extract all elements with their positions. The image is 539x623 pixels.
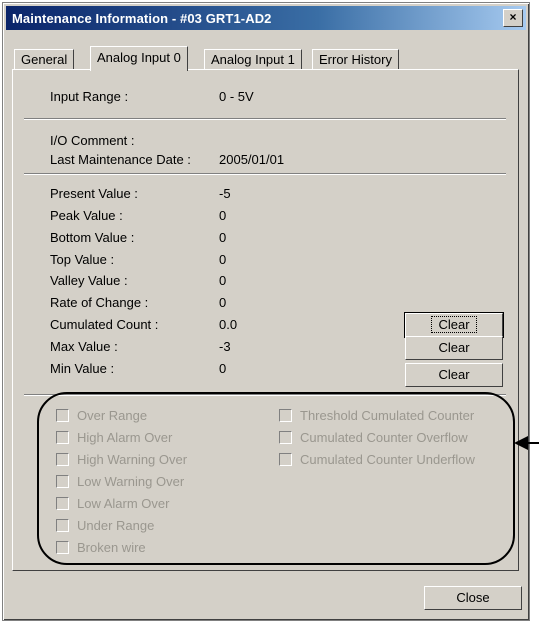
checkbox-box: [279, 409, 292, 422]
present-value-label: Present Value :: [50, 186, 138, 201]
checkbox-box: [56, 541, 69, 554]
checkbox-label: Low Alarm Over: [77, 496, 170, 511]
checkbox-label: Cumulated Counter Underflow: [300, 452, 475, 467]
checkbox-box: [56, 409, 69, 422]
separator: [24, 394, 506, 396]
rate-of-change-value: 0: [219, 295, 227, 310]
checkbox-label: Over Range: [77, 408, 148, 423]
checkbox-label: Cumulated Counter Overflow: [300, 430, 468, 445]
valley-value: 0: [219, 273, 227, 288]
checkbox-box: [56, 431, 69, 444]
checkbox-low-alarm-over[interactable]: Low Alarm Over: [56, 496, 169, 512]
checkbox-cumulated-counter-overflow[interactable]: Cumulated Counter Overflow: [279, 430, 468, 446]
separator: [24, 118, 506, 120]
checkbox-box: [56, 453, 69, 466]
max-value: -3: [219, 339, 231, 354]
checkbox-over-range[interactable]: Over Range: [56, 408, 147, 424]
clear-cumulated-count-label: Clear: [431, 316, 477, 333]
input-range-value: 0 - 5V: [219, 89, 254, 104]
checkbox-label: Broken wire: [77, 540, 146, 555]
title-bar[interactable]: Maintenance Information - #03 GRT1-AD2 ×: [6, 6, 526, 30]
tab-analog-input-0[interactable]: Analog Input 0: [90, 46, 188, 71]
checkbox-box: [279, 453, 292, 466]
checkbox-box: [56, 519, 69, 532]
present-value: -5: [219, 186, 231, 201]
checkbox-box: [56, 497, 69, 510]
tab-error-history[interactable]: Error History: [312, 49, 399, 70]
io-comment-label: I/O Comment :: [50, 133, 135, 148]
bottom-value-label: Bottom Value :: [50, 230, 135, 245]
checkbox-cumulated-counter-underflow[interactable]: Cumulated Counter Underflow: [279, 452, 475, 468]
checkbox-label: Threshold Cumulated Counter: [300, 408, 475, 423]
max-value-label: Max Value :: [50, 339, 118, 354]
valley-value-label: Valley Value :: [50, 273, 128, 288]
top-value-label: Top Value :: [50, 252, 115, 267]
min-value: 0: [219, 361, 227, 376]
checkbox-label: High Alarm Over: [77, 430, 173, 445]
peak-value: 0: [219, 208, 227, 223]
close-icon[interactable]: ×: [503, 9, 523, 27]
input-range-label: Input Range :: [50, 89, 129, 104]
checkbox-box: [279, 431, 292, 444]
separator: [24, 173, 506, 175]
clear-max-value-button[interactable]: Clear: [405, 336, 503, 360]
cumulated-count-label: Cumulated Count :: [50, 317, 159, 332]
checkbox-label: High Warning Over: [77, 452, 188, 467]
close-button[interactable]: Close: [424, 586, 522, 610]
checkbox-high-warning-over[interactable]: High Warning Over: [56, 452, 187, 468]
checkbox-broken-wire[interactable]: Broken wire: [56, 540, 146, 556]
top-value: 0: [219, 252, 227, 267]
checkbox-high-alarm-over[interactable]: High Alarm Over: [56, 430, 172, 446]
last-maintenance-date-label: Last Maintenance Date :: [50, 152, 191, 167]
checkbox-threshold-cumulated-counter[interactable]: Threshold Cumulated Counter: [279, 408, 474, 424]
checkbox-label: Under Range: [77, 518, 155, 533]
checkbox-label: Low Warning Over: [77, 474, 185, 489]
callout-arrow-line: [527, 442, 539, 444]
checkbox-box: [56, 475, 69, 488]
rate-of-change-label: Rate of Change :: [50, 295, 149, 310]
checkbox-low-warning-over[interactable]: Low Warning Over: [56, 474, 184, 490]
arrow-left-icon: [514, 436, 528, 450]
window-title: Maintenance Information - #03 GRT1-AD2: [12, 11, 272, 26]
checkbox-under-range[interactable]: Under Range: [56, 518, 154, 534]
tab-general[interactable]: General: [14, 49, 75, 70]
clear-cumulated-count-button[interactable]: Clear: [404, 312, 504, 338]
tab-analog-input-1[interactable]: Analog Input 1: [204, 49, 302, 70]
last-maintenance-date-value: 2005/01/01: [219, 152, 285, 167]
min-value-label: Min Value :: [50, 361, 115, 376]
bottom-value: 0: [219, 230, 227, 245]
cumulated-count-value: 0.0: [219, 317, 238, 332]
peak-value-label: Peak Value :: [50, 208, 123, 223]
clear-min-value-button[interactable]: Clear: [405, 363, 503, 387]
